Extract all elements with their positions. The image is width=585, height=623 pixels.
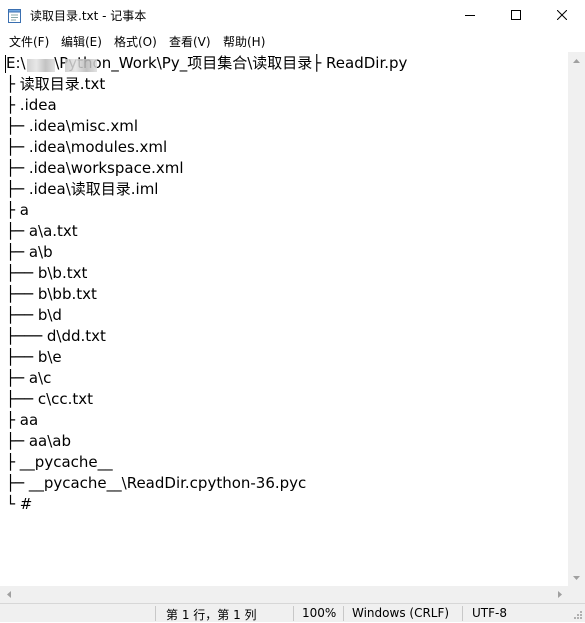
status-line-ending: Windows (CRLF) (352, 606, 450, 620)
text-line: ├─ a\a.txt (6, 222, 78, 240)
text-line: ├ .idea (6, 96, 57, 114)
close-button[interactable] (539, 0, 585, 30)
minimize-button[interactable] (447, 0, 493, 30)
text-line: ├─ a\c (6, 369, 52, 387)
text-line: ├─ .idea\读取目录.iml (6, 180, 159, 198)
notepad-window: 读取目录.txt - 记事本 文件(F) 编辑(E) 格式(O) 查看(V) 帮… (0, 0, 585, 622)
text-line: ├ a (6, 201, 29, 219)
text-line: ├─── d\dd.txt (6, 327, 106, 345)
scrollbar-corner (568, 586, 585, 603)
scroll-right-button[interactable] (551, 586, 568, 603)
notepad-icon (8, 8, 21, 23)
text-line: ├─ aa\ab (6, 432, 71, 450)
maximize-button[interactable] (493, 0, 539, 30)
text-line: ├── b\bb.txt (6, 285, 97, 303)
chevron-right-icon (557, 591, 562, 598)
horizontal-scrollbar[interactable] (0, 586, 568, 603)
status-encoding: UTF-8 (472, 606, 507, 620)
text-line: ├─ a\b (6, 243, 53, 261)
menu-help[interactable]: 帮助(H) (222, 33, 266, 50)
text-line: ├─ .idea\modules.xml (6, 138, 168, 156)
chevron-up-icon (573, 58, 580, 63)
text-line: ├ 读取目录.txt (6, 75, 106, 93)
status-zoom: 100% (302, 606, 337, 620)
text-editor[interactable]: E:\ \Python_Work\Py_项目集合\读取目录├ ReadDir.p… (0, 52, 568, 586)
scroll-left-button[interactable] (0, 586, 17, 603)
status-divider (343, 606, 344, 621)
close-icon (557, 10, 567, 20)
menu-edit[interactable]: 编辑(E) (60, 33, 103, 50)
title-bar[interactable]: 读取目录.txt - 记事本 (0, 0, 585, 32)
text-line: ├─ .idea\workspace.xml (6, 159, 184, 177)
status-divider (155, 606, 156, 621)
text-line: ├── b\d (6, 306, 62, 324)
text-line: ├── b\b.txt (6, 264, 88, 282)
scroll-up-button[interactable] (568, 52, 585, 69)
menu-file[interactable]: 文件(F) (8, 33, 50, 50)
status-cursor-position: 第 1 行，第 1 列 (166, 608, 257, 622)
text-caret (5, 55, 6, 73)
text-line: ├ aa (6, 411, 39, 429)
text-line: └ # (6, 495, 33, 513)
vertical-scrollbar[interactable] (568, 52, 585, 586)
status-divider (293, 606, 294, 621)
chevron-down-icon (573, 575, 580, 580)
text-line: ├── b\e (6, 348, 62, 366)
redacted-path-segment (27, 59, 55, 72)
menu-format[interactable]: 格式(O) (113, 33, 158, 50)
text-line: ├─ __pycache__\ReadDir.cpython-36.pyc (6, 474, 307, 492)
minimize-icon (465, 15, 475, 16)
chevron-left-icon (6, 591, 11, 598)
redacted-path-segment (65, 59, 97, 72)
text-line: ├─ .idea\misc.xml (6, 117, 139, 135)
menu-bar: 文件(F) 编辑(E) 格式(O) 查看(V) 帮助(H) (0, 31, 585, 51)
maximize-icon (511, 10, 521, 20)
menu-view[interactable]: 查看(V) (168, 33, 212, 50)
resize-grip-icon[interactable] (572, 609, 583, 620)
text-line: ├── c\cc.txt (6, 390, 94, 408)
status-bar: 第 1 行，第 1 列 100% Windows (CRLF) UTF-8 (0, 603, 585, 622)
scroll-down-button[interactable] (568, 569, 585, 586)
window-title: 读取目录.txt - 记事本 (30, 9, 147, 23)
text-line: ├ __pycache__ (6, 453, 113, 471)
status-divider (462, 606, 463, 621)
